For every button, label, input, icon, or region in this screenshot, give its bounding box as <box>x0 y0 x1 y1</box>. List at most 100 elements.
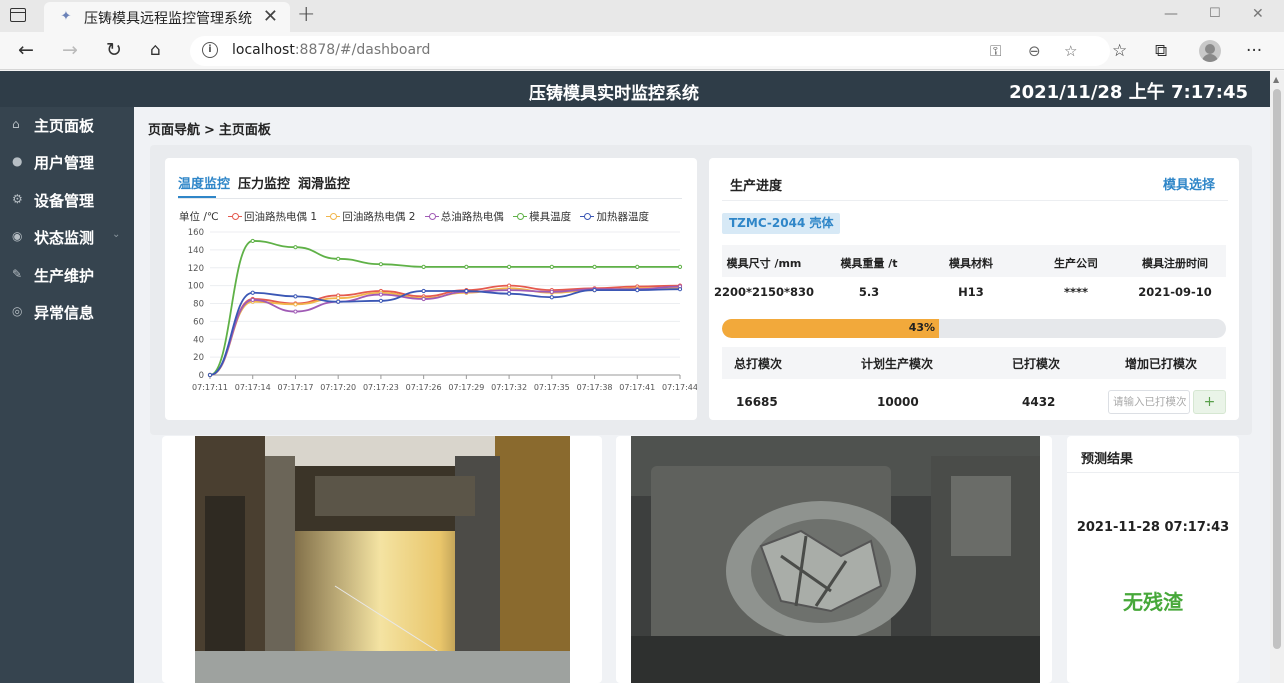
gear-icon: ⚙ <box>12 192 23 206</box>
x-tick-label: 07:17:41 <box>619 383 655 392</box>
data-point <box>549 295 554 300</box>
data-point <box>506 264 512 269</box>
profile-avatar[interactable] <box>1199 40 1221 62</box>
planned-count: 10000 <box>877 395 919 409</box>
tab-actions-icon[interactable] <box>10 8 26 22</box>
minimize-icon[interactable]: — <box>1164 6 1178 22</box>
y-tick-label: 140 <box>188 246 204 256</box>
y-tick-label: 100 <box>188 282 204 292</box>
collections-icon[interactable]: ⧉ <box>1155 41 1167 61</box>
new-tab-button[interactable]: + <box>297 2 315 27</box>
progress-fill <box>722 319 939 338</box>
data-point <box>336 256 341 261</box>
data-point <box>549 264 554 269</box>
temperature-line-chart: 0 20 40 60 80 100 120 140 160 07:17:11 07:17:14 07:… <box>188 228 697 392</box>
forward-icon[interactable]: → <box>62 40 78 60</box>
wrench-icon: ✎ <box>12 267 23 281</box>
spec-table-header: 模具尺寸 /mm 模具重量 /t 模具材料 生产公司 模具注册时间 <box>722 245 1226 277</box>
production-progress-bar: 43% <box>722 319 1226 338</box>
y-tick-label: 40 <box>193 335 204 345</box>
y-tick-label: 160 <box>188 228 204 238</box>
sidebar-item-maintenance[interactable]: ✎ 生产维护 <box>0 259 134 293</box>
maximize-icon[interactable]: ☐ <box>1209 6 1221 21</box>
x-tick-label: 07:17:17 <box>277 383 313 392</box>
divider <box>1067 472 1239 473</box>
camera-feed-2[interactable] <box>631 436 1040 683</box>
key-icon[interactable]: ⚿ <box>990 42 1001 60</box>
sidebar-item-monitoring[interactable]: ◉ 状态监测 ⌄ <box>0 221 134 255</box>
sidebar-item-users[interactable]: ● 用户管理 <box>0 146 134 180</box>
y-tick-label: 0 <box>199 371 204 381</box>
data-point <box>250 238 255 244</box>
data-point <box>250 290 255 295</box>
series-line <box>209 285 681 376</box>
data-point <box>250 297 255 303</box>
data-point <box>378 292 384 297</box>
zoom-icon[interactable]: ⊖ <box>1028 42 1041 60</box>
scroll-up-icon[interactable]: ▲ <box>1273 75 1279 84</box>
favorite-icon[interactable]: ☆ <box>1064 42 1077 60</box>
prediction-title: 预测结果 <box>1081 452 1134 467</box>
data-point <box>592 264 597 269</box>
more-menu-icon[interactable]: ··· <box>1246 41 1262 61</box>
series-line <box>209 284 681 376</box>
browser-tab[interactable]: ✦ 压铸模具远程监控管理系统 ✕ <box>44 2 290 32</box>
monitor-card: 温度监控 压力监控 润滑监控 单位 /℃ 回油路热电偶 1 回油路热电偶 2 总油路… <box>165 158 697 420</box>
table-row: 2200*2150*830 5.3 H13 **** 2021-09-10 <box>713 285 1212 299</box>
x-tick-label: 07:17:11 <box>192 383 228 392</box>
site-info-icon[interactable]: i <box>202 42 218 58</box>
count-table-header: 总打模次 计划生产模次 已打模次 增加已打模次 <box>722 347 1226 379</box>
x-tick-label: 07:17:23 <box>363 383 399 392</box>
y-tick-label: 60 <box>193 317 204 327</box>
address-bar[interactable]: i localhost:8878/#/dashboard ⚿ ⊖ ☆ <box>190 36 1110 66</box>
series-line <box>209 286 681 376</box>
x-tick-label: 07:17:32 <box>491 383 527 392</box>
add-count-button[interactable]: + <box>1193 390 1226 414</box>
refresh-icon[interactable]: ↻ <box>106 40 122 60</box>
close-window-icon[interactable]: ✕ <box>1252 6 1264 22</box>
data-point <box>293 309 298 314</box>
browser-tab-strip: ✦ 压铸模具远程监控管理系统 ✕ + — ☐ ✕ <box>0 0 1284 32</box>
alert-icon: ◎ <box>12 304 23 318</box>
data-point <box>421 296 426 302</box>
data-point <box>421 288 426 294</box>
sidebar: ⌂ 主页面板 ● 用户管理 ⚙ 设备管理 ◉ 状态监测 ⌄ ✎ 生产维护 ◎ 异… <box>0 107 134 683</box>
data-point <box>506 287 512 293</box>
data-point <box>378 298 384 303</box>
mold-select-link[interactable]: 模具选择 <box>1163 174 1215 193</box>
camera-feed-1[interactable] <box>195 436 570 683</box>
x-tick-label: 07:17:29 <box>448 383 484 392</box>
prediction-result: 无残渣 <box>1123 590 1183 614</box>
add-count-input[interactable]: 请输入已打模次 <box>1108 390 1190 414</box>
divider <box>722 200 1228 201</box>
sidebar-item-alerts[interactable]: ◎ 异常信息 <box>0 296 134 330</box>
data-point <box>635 264 640 269</box>
prediction-card: 预测结果 2021-11-28 07:17:43 无残渣 <box>1067 436 1239 683</box>
data-point <box>635 287 640 293</box>
user-icon: ● <box>12 154 23 168</box>
sidebar-item-dashboard[interactable]: ⌂ 主页面板 <box>0 109 134 143</box>
tab-title: 压铸模具远程监控管理系统 <box>84 11 252 27</box>
total-count: 16685 <box>736 395 778 409</box>
camera-image-2 <box>631 436 1040 683</box>
favorites-list-icon[interactable]: ☆ <box>1112 41 1127 61</box>
back-icon[interactable]: ← <box>18 40 34 60</box>
page-scrollbar[interactable]: ▲ <box>1270 71 1284 683</box>
header-clock: 2021/11/28 上午 7:17:45 <box>1009 82 1248 103</box>
data-point <box>677 264 683 269</box>
sidebar-item-devices[interactable]: ⚙ 设备管理 <box>0 184 134 218</box>
scroll-thumb[interactable] <box>1273 89 1281 649</box>
prediction-time: 2021-11-28 07:17:43 <box>1076 520 1230 535</box>
camera-image-1 <box>195 436 570 683</box>
data-point <box>336 296 341 301</box>
tab-close-icon[interactable]: ✕ <box>263 6 278 27</box>
data-point <box>378 262 384 267</box>
x-tick-label: 07:17:20 <box>320 383 356 392</box>
home-browser-icon[interactable]: ⌂ <box>150 40 161 60</box>
app-header: 压铸模具实时监控系统 2021/11/28 上午 7:17:45 <box>0 71 1270 107</box>
data-point <box>421 264 426 269</box>
browser-toolbar: ← → ↻ ⌂ i localhost:8878/#/dashboard ⚿ ⊖… <box>0 32 1284 70</box>
data-point <box>549 289 554 294</box>
data-point <box>506 291 512 296</box>
x-tick-label: 07:17:38 <box>577 383 613 392</box>
